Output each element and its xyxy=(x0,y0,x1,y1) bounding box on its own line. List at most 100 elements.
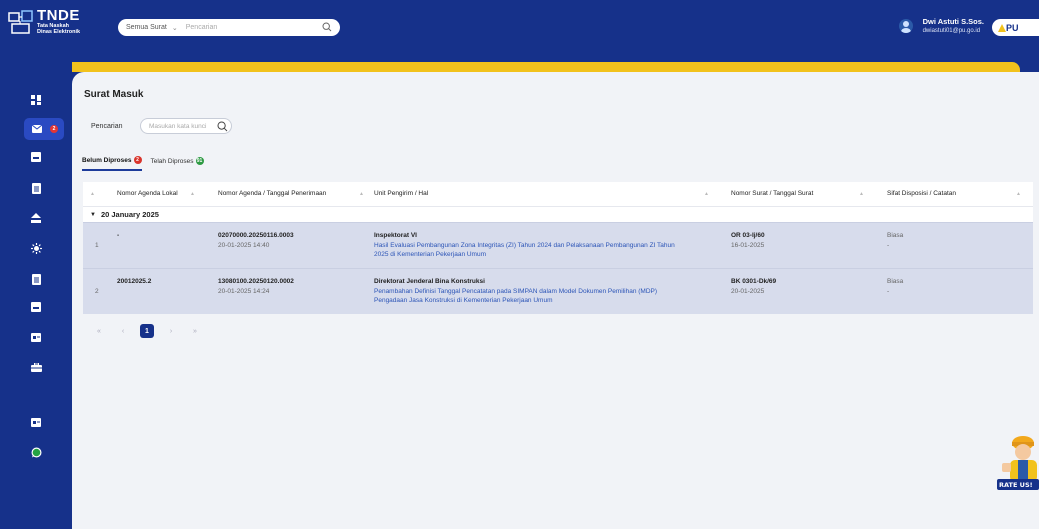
subject-line-1[interactable]: Hasil Evaluasi Pembangunan Zona Integrit… xyxy=(374,241,675,251)
tab-label: Belum Diproses xyxy=(82,156,132,164)
rate-us-label: RATE US! xyxy=(999,481,1033,489)
agenda-number: 13080100.20250120.0002 xyxy=(218,278,294,285)
logo-subtitle-2: Dinas Elektronik xyxy=(37,29,81,35)
top-header: TNDE Tata Naskah Dinas Elektronik Semua … xyxy=(0,0,1039,62)
pu-logo-text: PU xyxy=(1006,22,1019,33)
group-date: 20 January 2025 xyxy=(100,210,159,219)
disposition-note: - xyxy=(887,241,890,249)
sidebar-item-inbox[interactable]: 2 xyxy=(24,118,64,140)
mail-icon xyxy=(32,125,42,133)
sidebar-item-contacts[interactable] xyxy=(24,326,48,348)
chevron-down-icon[interactable]: ⌄ xyxy=(172,24,178,32)
pu-logo: PU xyxy=(992,19,1039,36)
sidebar-item-whatsapp[interactable] xyxy=(24,441,48,463)
col-agenda-lokal[interactable]: Nomor Agenda Lokal xyxy=(117,190,178,197)
sidebar-item-settings[interactable] xyxy=(24,237,48,259)
id-card-icon xyxy=(31,332,41,342)
subject-line-2[interactable]: Pengadaan Jasa Konstruksi di Kementerian… xyxy=(374,296,553,306)
file-text-icon xyxy=(31,273,41,285)
mascot-icon xyxy=(997,436,1039,490)
sidebar-item-archive[interactable] xyxy=(24,296,48,318)
page-button-current[interactable]: 1 xyxy=(140,324,154,338)
logo-title: TNDE xyxy=(37,7,80,24)
sort-icon[interactable]: ▲ xyxy=(90,191,95,197)
sender-unit: Direktorat Jenderal Bina Konstruksi xyxy=(374,278,485,285)
received-date: 20-01-2025 14:40 xyxy=(218,241,270,249)
col-agenda-penerimaan[interactable]: Nomor Agenda / Tanggal Penerimaan xyxy=(218,190,326,197)
status-tabs: Belum Diproses 2 Telah Diproses 91 xyxy=(82,156,213,171)
keyword-search-input[interactable]: Masukan kata kunci xyxy=(140,118,232,134)
tab-telah-diproses[interactable]: Telah Diproses 91 xyxy=(151,156,204,171)
col-nomor-surat[interactable]: Nomor Surat / Tanggal Surat xyxy=(731,190,813,197)
sort-icon[interactable]: ▲ xyxy=(190,191,195,197)
col-sifat-disposisi[interactable]: Sifat Disposisi / Catatan xyxy=(887,190,956,197)
user-name: Dwi Astuti S.Sos. xyxy=(922,17,984,26)
briefcase-icon xyxy=(30,362,42,372)
sidebar-item-outbox[interactable] xyxy=(24,207,48,229)
rate-us-widget[interactable]: RATE US! xyxy=(996,433,1039,499)
inbox-table: ▲ Nomor Agenda Lokal ▲ Nomor Agenda / Ta… xyxy=(83,182,1033,314)
pagination: « ‹ 1 › » xyxy=(92,324,212,338)
agenda-lokal: - xyxy=(117,232,120,239)
disposition-type: Biasa xyxy=(887,232,904,239)
count-badge: 91 xyxy=(195,157,204,165)
search-icon[interactable] xyxy=(217,121,228,132)
sidebar-item-document[interactable] xyxy=(24,177,48,199)
sidebar-item-card[interactable] xyxy=(24,411,48,433)
sort-icon[interactable]: ▲ xyxy=(704,191,709,197)
col-unit-pengirim[interactable]: Unit Pengirim / Hal xyxy=(374,190,428,197)
sidebar-item-report[interactable] xyxy=(24,268,48,290)
first-page-button[interactable]: « xyxy=(92,324,106,338)
gear-icon xyxy=(30,242,42,254)
date-group-row[interactable]: ▼ 20 January 2025 xyxy=(83,206,1033,222)
row-number: 2 xyxy=(95,288,99,295)
tab-label: Telah Diproses xyxy=(150,157,194,165)
sidebar-item-folder[interactable] xyxy=(24,356,48,378)
global-search[interactable]: Semua Surat ⌄ Pencarian xyxy=(118,19,340,36)
sidebar: 2 xyxy=(0,62,72,529)
app-logo[interactable]: TNDE Tata Naskah Dinas Elektronik xyxy=(8,8,80,35)
user-menu[interactable]: Dwi Astuti S.Sos. dwiastuti01@pu.go.id xyxy=(898,17,984,35)
tab-belum-diproses[interactable]: Belum Diproses 2 xyxy=(82,156,142,171)
page-title: Surat Masuk xyxy=(84,89,144,100)
search-icon[interactable] xyxy=(322,22,332,32)
subject-line-1[interactable]: Penambahan Definisi Tanggal Pencatatan p… xyxy=(374,287,657,297)
tray-icon xyxy=(31,302,41,312)
user-email: dwiastuti01@pu.go.id xyxy=(922,28,981,34)
inbox-count-badge: 2 xyxy=(50,125,58,133)
agenda-number: 02070000.20250116.0003 xyxy=(218,232,294,239)
sidebar-item-dashboard[interactable] xyxy=(24,89,48,111)
table-row[interactable]: 2 20012025.2 13080100.20250120.0002 20-0… xyxy=(83,268,1033,314)
count-badge: 2 xyxy=(133,156,142,164)
letter-number: BK 0301-Dk/69 xyxy=(731,278,777,285)
letter-date: 16-01-2025 xyxy=(731,241,765,249)
accent-strip xyxy=(38,62,1020,72)
card-icon xyxy=(31,417,41,427)
sidebar-item-mailbox[interactable] xyxy=(24,146,48,168)
sender-unit: Inspektorat VI xyxy=(374,232,417,239)
subject-line-2[interactable]: 2025 di Kementerian Pekerjaan Umum xyxy=(374,250,486,260)
dashboard-icon xyxy=(31,95,41,105)
whatsapp-icon xyxy=(31,447,41,457)
inbox-tray-icon xyxy=(31,152,41,162)
search-type-select[interactable]: Semua Surat xyxy=(126,24,167,31)
global-search-input[interactable]: Pencarian xyxy=(186,24,218,31)
document-icon xyxy=(31,182,41,194)
sort-icon[interactable]: ▲ xyxy=(1016,191,1021,197)
disposition-note: - xyxy=(887,287,890,295)
letter-number: OR 03-Ij/60 xyxy=(731,232,765,239)
disposition-type: Biasa xyxy=(887,278,904,285)
received-date: 20-01-2025 14:24 xyxy=(218,287,270,295)
table-header: ▲ Nomor Agenda Lokal ▲ Nomor Agenda / Ta… xyxy=(83,182,1033,206)
caret-down-icon[interactable]: ▼ xyxy=(90,212,96,218)
prev-page-button[interactable]: ‹ xyxy=(116,324,130,338)
sort-icon[interactable]: ▲ xyxy=(359,191,364,197)
main-panel: Surat Masuk Pencarian Masukan kata kunci… xyxy=(72,72,1039,529)
next-page-button[interactable]: › xyxy=(164,324,178,338)
table-row[interactable]: 1 - 02070000.20250116.0003 20-01-2025 14… xyxy=(83,222,1033,268)
eject-icon xyxy=(31,213,41,223)
last-page-button[interactable]: » xyxy=(188,324,202,338)
search-label: Pencarian xyxy=(91,123,123,130)
sort-icon[interactable]: ▲ xyxy=(859,191,864,197)
avatar[interactable] xyxy=(898,19,913,33)
